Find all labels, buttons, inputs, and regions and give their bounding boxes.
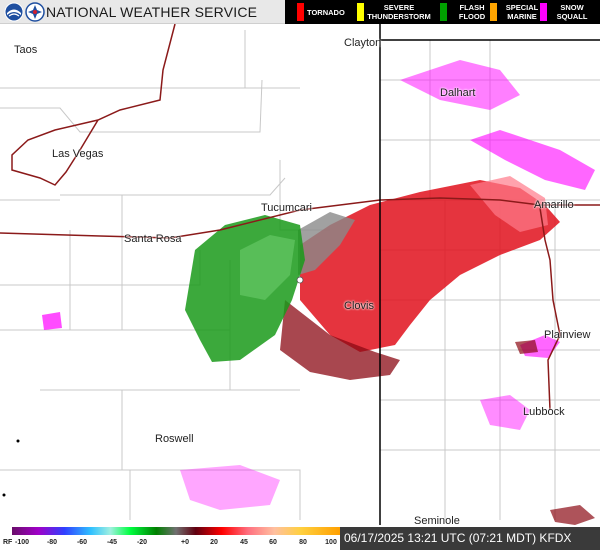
city-label-taos: Taos [14, 44, 38, 56]
radar-map[interactable] [0, 0, 600, 550]
scale-tick: 20 [210, 539, 218, 546]
city-label-clayton: Clayton [344, 37, 382, 49]
radar-timestamp: 06/17/2025 13:21 UTC (07:21 MDT) KFDX [340, 527, 600, 550]
scale-tick: 45 [240, 539, 248, 546]
city-label-clovis: Clovis [344, 300, 374, 312]
scale-tick: -45 [106, 539, 118, 546]
legend-label-special-marine: SPECIAL MARINE [505, 3, 539, 21]
city-label-las-vegas: Las Vegas [52, 148, 104, 160]
scale-tick: 100 [325, 539, 337, 546]
agency-title: NATIONAL WEATHER SERVICE [46, 4, 258, 20]
map-dot [16, 439, 20, 443]
scale-tick: -100 [14, 539, 30, 546]
swatch-severe-thunderstorm [357, 3, 364, 21]
scale-product-label: RF [3, 539, 13, 546]
map-header: NATIONAL WEATHER SERVICE TORNADO SEVERE … [0, 0, 600, 24]
scale-tick: -60 [76, 539, 88, 546]
nws-logo-icon [25, 2, 45, 22]
legend-label-snow-squall: SNOW SQUALL [556, 3, 588, 21]
city-label-lubbock: Lubbock [523, 406, 565, 418]
radar-site-marker [296, 276, 304, 284]
swatch-tornado [297, 3, 304, 21]
scale-tick: 60 [269, 539, 277, 546]
city-label-amarillo: Amarillo [534, 199, 574, 211]
city-label-santa-rosa: Santa Rosa [124, 233, 182, 245]
city-label-dalhart: Dalhart [440, 87, 476, 99]
city-label-tucumcari: Tucumcari [261, 202, 312, 214]
city-label-seminole: Seminole [414, 515, 460, 527]
swatch-snow-squall [540, 3, 547, 21]
legend-label-flash-flood: FLASH FLOOD [458, 3, 486, 21]
echo-magenta-west [42, 312, 62, 330]
city-label-roswell: Roswell [155, 433, 194, 445]
map-dot [2, 493, 6, 497]
scale-tick: 80 [299, 539, 307, 546]
warning-legend: TORNADO SEVERE THUNDERSTORM FLASH FLOOD … [285, 0, 600, 24]
swatch-special-marine [490, 3, 497, 21]
color-scale-bar [12, 527, 340, 535]
color-scale-labels: RF -100 -80 -60 -45 -20 +0 20 45 60 80 1… [0, 537, 340, 550]
agency-banner: NATIONAL WEATHER SERVICE [0, 0, 285, 24]
noaa-logo-icon [4, 2, 24, 22]
scale-tick: +0 [181, 539, 189, 546]
legend-label-severe-thunderstorm: SEVERE THUNDERSTORM [367, 3, 431, 21]
swatch-flash-flood [440, 3, 447, 21]
scale-tick: -20 [136, 539, 148, 546]
city-label-plainview: Plainview [544, 329, 591, 341]
scale-tick: -80 [46, 539, 58, 546]
